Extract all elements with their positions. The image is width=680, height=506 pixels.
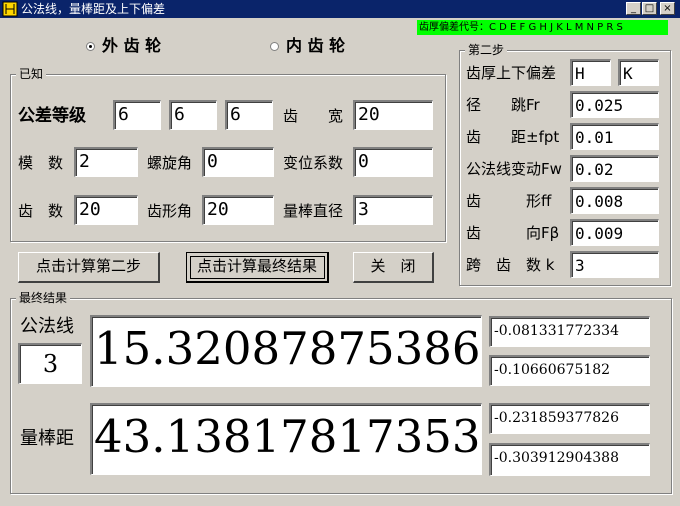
deviation-codes-label: 齿厚偏差代号：C D E F G H J K L M N P R S xyxy=(417,20,668,35)
step2-group-title: 第二步 xyxy=(465,43,508,57)
wk-variation-input[interactable]: 0.02 xyxy=(570,155,659,182)
wk-upper-dev-output: -0.081331772334 xyxy=(489,316,650,347)
runout-input[interactable]: 0.025 xyxy=(570,91,659,118)
calc-step2-button[interactable]: 点击计算第二步 xyxy=(18,252,160,283)
known-group-title: 已知 xyxy=(16,67,47,81)
wk-lower-dev-output: -0.10660675182 xyxy=(489,355,650,386)
pitch-input[interactable]: 0.01 xyxy=(570,123,659,150)
wk-label: 公法线 xyxy=(20,316,74,337)
shift-coef-input[interactable]: 0 xyxy=(353,147,433,177)
helix-dev-label: 齿 向Fβ xyxy=(466,224,560,242)
teeth-input[interactable]: 20 xyxy=(74,195,138,225)
pin-distance-lower-dev-output: -0.303912904388 xyxy=(489,443,650,476)
span-input[interactable]: 3 xyxy=(570,251,659,278)
tolerance-grade-label: 公差等级 xyxy=(18,106,86,126)
pin-distance-label: 量棒距 xyxy=(20,428,74,449)
runout-label: 径 跳Fr xyxy=(466,96,540,114)
wk-span-output: 3 xyxy=(18,343,82,384)
minimize-button[interactable]: _ xyxy=(626,2,641,15)
span-label: 跨 齿 数 k xyxy=(466,256,555,274)
calc-final-button[interactable]: 点击计算最终结果 xyxy=(186,252,329,283)
module-label: 模 数 xyxy=(18,154,64,172)
tolerance-grade-1-input[interactable]: 6 xyxy=(113,100,161,130)
outer-gear-label[interactable]: 外 齿 轮 xyxy=(102,31,161,61)
helix-dev-input[interactable]: 0.009 xyxy=(570,219,659,246)
tolerance-grade-2-input[interactable]: 6 xyxy=(169,100,217,130)
tolerance-grade-3-input[interactable]: 6 xyxy=(225,100,273,130)
teeth-label: 齿 数 xyxy=(18,202,64,220)
pressure-angle-label: 齿形角 xyxy=(147,202,193,220)
thickness-upper-input[interactable]: H xyxy=(570,59,611,86)
pin-distance-value-output: 43.13817817353 xyxy=(90,403,482,475)
wk-value-output: 15.32087875386 xyxy=(90,315,482,387)
close-window-button[interactable]: × xyxy=(660,2,675,15)
close-button[interactable]: 关 闭 xyxy=(353,252,434,283)
title-bar: 公法线，量棒距及上下偏差 _ □ × xyxy=(0,0,680,18)
result-group-title: 最终结果 xyxy=(16,291,71,305)
face-width-input[interactable]: 20 xyxy=(353,100,433,130)
wk-variation-label: 公法线变动Fw xyxy=(466,160,562,178)
profile-label: 齿 形ff xyxy=(466,192,552,210)
inner-gear-radio[interactable] xyxy=(270,42,279,51)
maximize-button[interactable]: □ xyxy=(642,2,657,15)
profile-input[interactable]: 0.008 xyxy=(570,187,659,214)
helix-angle-label: 螺旋角 xyxy=(147,154,193,172)
pitch-label: 齿 距±fpt xyxy=(466,128,560,146)
outer-gear-radio[interactable] xyxy=(86,42,95,51)
pin-diameter-label: 量棒直径 xyxy=(283,202,344,220)
window-title: 公法线，量棒距及上下偏差 xyxy=(21,2,166,16)
helix-angle-input[interactable]: 0 xyxy=(202,147,274,177)
pin-diameter-input[interactable]: 3 xyxy=(353,195,433,225)
pressure-angle-input[interactable]: 20 xyxy=(202,195,274,225)
inner-gear-label[interactable]: 内 齿 轮 xyxy=(286,31,345,61)
module-input[interactable]: 2 xyxy=(74,147,138,177)
thickness-lower-input[interactable]: K xyxy=(618,59,659,86)
app-icon xyxy=(2,1,18,17)
shift-coef-label: 变位系数 xyxy=(283,154,344,172)
thickness-dev-label: 齿厚上下偏差 xyxy=(466,64,557,82)
face-width-label: 齿 宽 xyxy=(283,107,344,125)
pin-distance-upper-dev-output: -0.231859377826 xyxy=(489,403,650,434)
